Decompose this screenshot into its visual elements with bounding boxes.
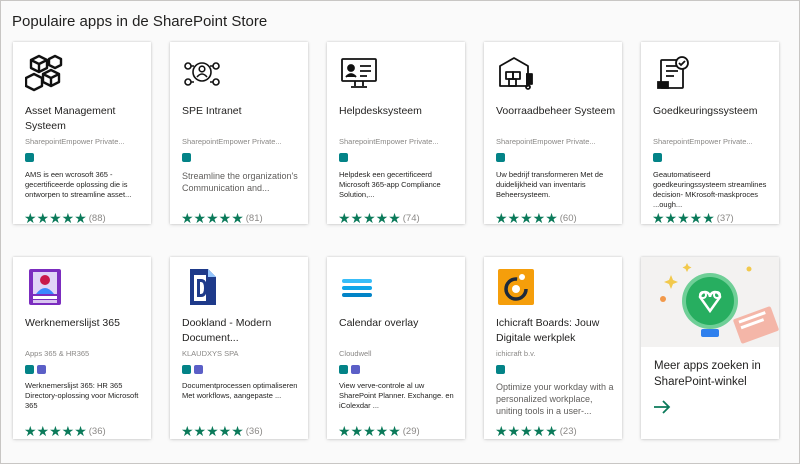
sharepoint-icon: [182, 153, 191, 162]
sharepoint-icon: [25, 153, 34, 162]
rating-stars: ★★★★★: [652, 210, 715, 226]
platform-badges: [182, 153, 191, 162]
rating-stars: ★★★★★: [24, 210, 87, 226]
rating-count: (74): [402, 212, 420, 224]
rating-stars: ★★★★★: [181, 423, 244, 439]
platform-badges: [496, 153, 505, 162]
rating-count: (36): [88, 425, 106, 437]
rating: ★★★★★ (23): [495, 424, 577, 438]
app-card-dookland[interactable]: Dookland - Modern Document... KLAUDXYS S…: [170, 257, 308, 439]
app-description: Geautomatiseerd goedkeuringssysteem stre…: [653, 170, 767, 209]
app-name[interactable]: Goedkeuringssysteem: [653, 104, 775, 119]
teams-icon: [351, 365, 360, 374]
app-card-werknemerslijst[interactable]: Werknemerslijst 365 Apps 365 & HR365 Wer…: [13, 257, 151, 439]
app-publisher: SharepointEmpower Private...: [653, 137, 753, 146]
rating: ★★★★★ (88): [24, 211, 106, 225]
rating-count: (37): [716, 212, 734, 224]
rating: ★★★★★ (29): [338, 424, 420, 438]
app-publisher: Cloudwell: [339, 349, 372, 358]
app-name-text: Dookland - Modern Document...: [182, 317, 272, 344]
rating-count: (29): [402, 425, 420, 437]
app-card-asset-management[interactable]: Asset Management Systeem SharepointEmpow…: [13, 42, 151, 225]
platform-badges: [25, 365, 46, 374]
app-card-spe-intranet[interactable]: SPE Intranet SharepointEmpower Private..…: [170, 42, 308, 225]
app-description: Helpdesk een gecertificeerd Microsoft 36…: [339, 170, 441, 199]
app-name[interactable]: Voorraadbeheer Systeem: [496, 104, 618, 119]
helpdesk-monitor-icon: [339, 52, 379, 92]
app-name[interactable]: Dookland - Modern Document...: [182, 316, 304, 346]
rating-count: (60): [559, 212, 577, 224]
rating-count: (23): [559, 425, 577, 437]
sharepoint-icon: [182, 365, 191, 374]
platform-badges: [339, 365, 360, 374]
rating: ★★★★★ (37): [652, 211, 734, 225]
rating-stars: ★★★★★: [338, 423, 401, 439]
app-publisher: SharepointEmpower Private...: [496, 137, 596, 146]
sharepoint-icon: [339, 365, 348, 374]
people-network-icon: [182, 52, 222, 92]
teams-icon: [37, 365, 46, 374]
rating: ★★★★★ (60): [495, 211, 577, 225]
rating-stars: ★★★★★: [181, 210, 244, 226]
app-description: Streamline the organization's Communicat…: [182, 171, 298, 193]
more-apps-card[interactable]: Meer apps zoeken in SharePoint-winkel: [641, 257, 779, 439]
more-apps-title[interactable]: Meer apps zoeken in SharePoint-winkel: [654, 358, 776, 390]
employee-directory-icon: [25, 267, 65, 307]
app-description: AMS is een wcrosoft 365 -gecertificeerde…: [25, 170, 132, 199]
calendar-lines-icon: [339, 267, 379, 307]
rating-stars: ★★★★★: [338, 210, 401, 226]
rating: ★★★★★ (36): [181, 424, 263, 438]
more-apps-illustration: [641, 257, 779, 347]
approval-document-icon: [653, 52, 693, 92]
app-description: Uw bedrijf transformeren Met de duidelij…: [496, 170, 604, 199]
app-card-helpdesk[interactable]: Helpdesksysteem SharepointEmpower Privat…: [327, 42, 465, 225]
app-description: View verve-controle al uw SharePoint Pla…: [339, 381, 454, 410]
arrow-right-icon[interactable]: [653, 400, 671, 414]
app-description: Optimize your workday with a personalize…: [496, 382, 614, 416]
rating-stars: ★★★★★: [495, 423, 558, 439]
app-publisher: KLAUDXYS SPA: [182, 349, 239, 358]
app-name[interactable]: Werknemerslijst 365: [25, 316, 147, 331]
app-publisher: Apps 365 & HR365: [25, 349, 90, 358]
rating-count: (88): [88, 212, 106, 224]
teams-icon: [194, 365, 203, 374]
rating: ★★★★★ (81): [181, 211, 263, 225]
platform-badges: [496, 365, 505, 374]
app-card-calendar-overlay[interactable]: Calendar overlay Cloudwell View verve-co…: [327, 257, 465, 439]
platform-badges: [339, 153, 348, 162]
app-card-voorraadbeheer[interactable]: Voorraadbeheer Systeem SharepointEmpower…: [484, 42, 622, 225]
app-name[interactable]: Calendar overlay: [339, 316, 461, 331]
app-card-goedkeuring[interactable]: Goedkeuringssysteem SharepointEmpower Pr…: [641, 42, 779, 225]
app-name[interactable]: Asset Management Systeem: [25, 104, 147, 134]
rating-stars: ★★★★★: [495, 210, 558, 226]
document-d-icon: [182, 267, 222, 307]
app-name[interactable]: Helpdesksysteem: [339, 104, 461, 119]
platform-badges: [25, 153, 34, 162]
rating-count: (36): [245, 425, 263, 437]
app-publisher: SharepointEmpower Private...: [25, 137, 125, 146]
app-publisher: SharepointEmpower Private...: [182, 137, 282, 146]
app-card-ichicraft[interactable]: Ichicraft Boards: Jouw Digitale werkplek…: [484, 257, 622, 439]
app-publisher: ichicraft b.v.: [496, 349, 536, 358]
app-description: Werknemerslijst 365: HR 365 Directory-op…: [25, 381, 139, 410]
app-publisher: SharepointEmpower Private...: [339, 137, 439, 146]
sharepoint-icon: [339, 153, 348, 162]
platform-badges: [653, 153, 662, 162]
ichicraft-logo-icon: [496, 267, 536, 307]
section-heading: Populaire apps in de SharePoint Store: [12, 13, 268, 30]
rating: ★★★★★ (36): [24, 424, 106, 438]
rating-count: (81): [245, 212, 263, 224]
app-name[interactable]: SPE Intranet: [182, 104, 304, 119]
warehouse-icon: [496, 52, 536, 92]
app-description: Documentprocessen optimaliseren Met work…: [182, 381, 298, 400]
rating: ★★★★★ (74): [338, 211, 420, 225]
sharepoint-icon: [496, 365, 505, 374]
sharepoint-icon: [653, 153, 662, 162]
sharepoint-icon: [25, 365, 34, 374]
boxes-icon: [25, 52, 65, 92]
app-name[interactable]: Ichicraft Boards: Jouw Digitale werkplek: [496, 316, 618, 346]
sharepoint-icon: [496, 153, 505, 162]
platform-badges: [182, 365, 203, 374]
rating-stars: ★★★★★: [24, 423, 87, 439]
